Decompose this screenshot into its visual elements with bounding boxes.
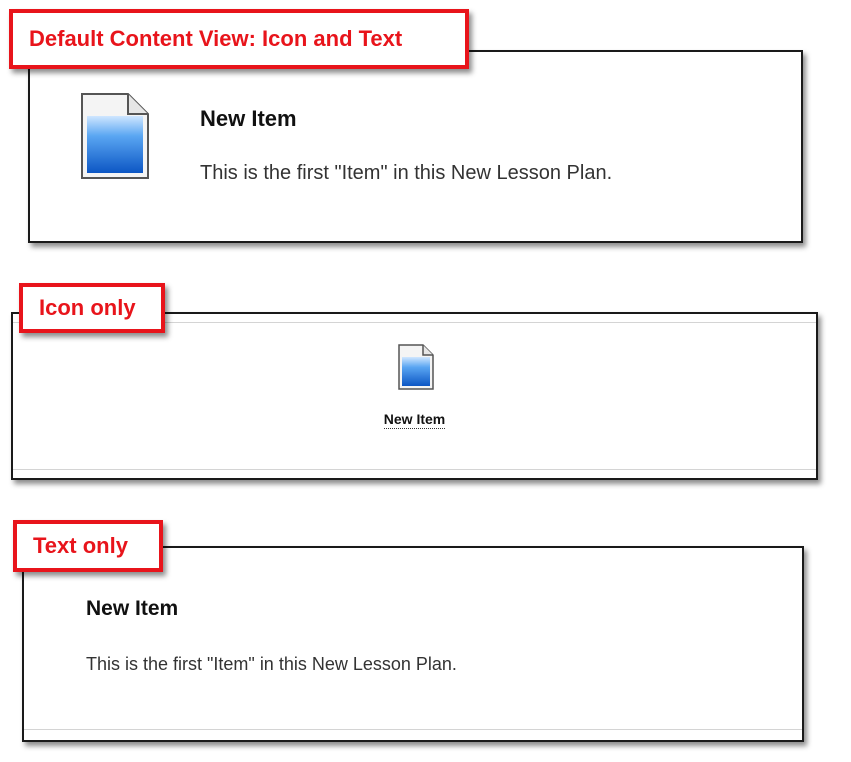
item-title[interactable]: New Item — [200, 106, 297, 132]
panel-icon-and-text: New Item This is the first "Item" in thi… — [28, 50, 803, 243]
callout-text-only-text: Text only — [33, 533, 128, 558]
item-title[interactable]: New Item — [86, 597, 178, 621]
callout-icon-only: Icon only — [19, 283, 165, 333]
divider — [24, 729, 802, 730]
document-icon[interactable] — [80, 92, 150, 185]
panel-text-only: New Item This is the first "Item" in thi… — [22, 546, 804, 742]
callout-icon-only-text: Icon only — [39, 295, 136, 320]
callout-text-only: Text only — [13, 520, 163, 572]
panel-icon-only: New Item — [11, 312, 818, 480]
item-title-container: New Item — [13, 411, 816, 429]
item-title-link[interactable]: New Item — [383, 411, 446, 429]
item-description: This is the first "Item" in this New Les… — [200, 162, 613, 184]
item-description: This is the first "Item" in this New Les… — [86, 654, 457, 674]
callout-default-content-view-text: Default Content View: Icon and Text — [29, 26, 403, 51]
divider — [13, 469, 816, 470]
callout-default-content-view: Default Content View: Icon and Text — [9, 9, 469, 69]
document-icon[interactable] — [398, 344, 434, 395]
